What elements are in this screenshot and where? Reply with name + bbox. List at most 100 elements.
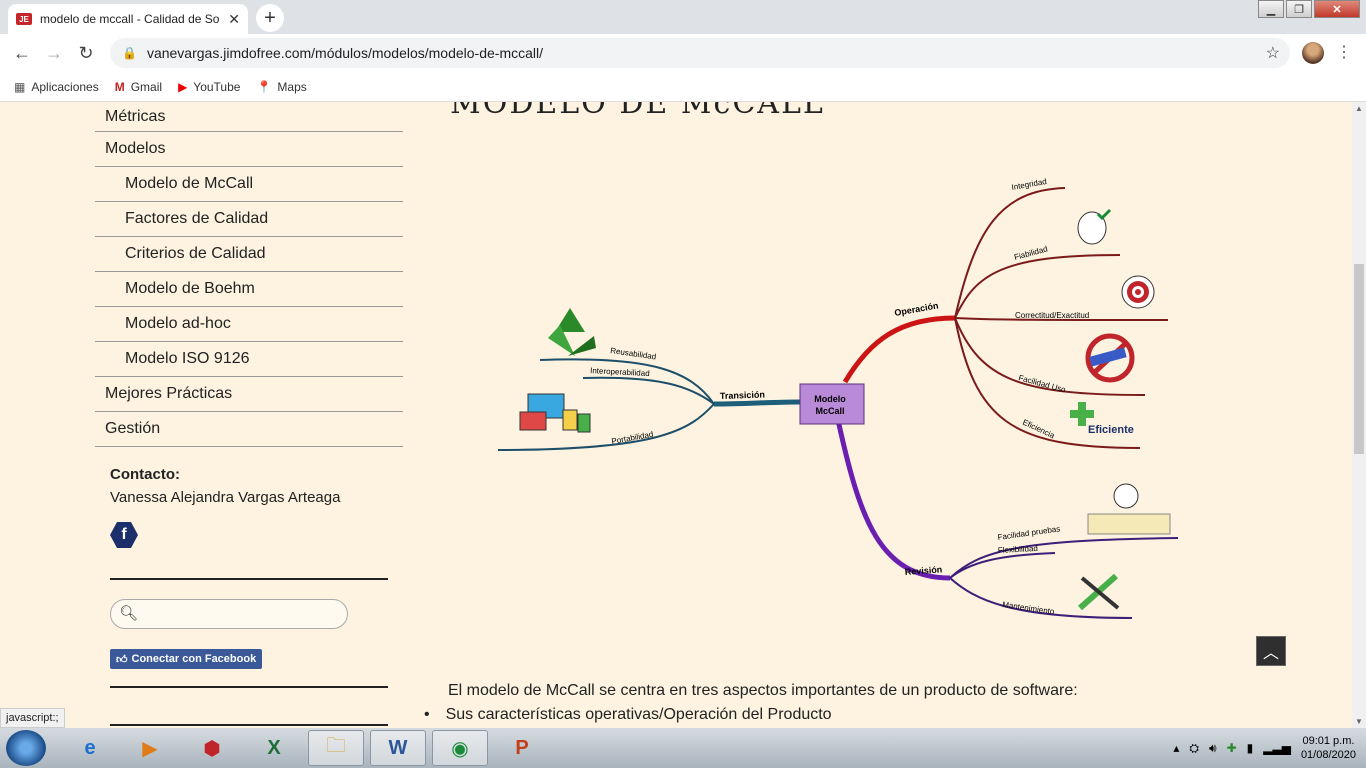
target-icon — [1121, 275, 1155, 309]
back-arrow-icon[interactable]: ← — [6, 43, 38, 64]
bookmark-label: Aplicaciones — [31, 79, 99, 94]
ie-icon[interactable]: e — [62, 730, 118, 766]
label-portabilidad: Portabilidad — [611, 430, 654, 446]
file-explorer-icon[interactable]: 🗀 — [308, 730, 364, 766]
forward-arrow-icon[interactable]: → — [38, 43, 70, 64]
label-transicion: Transición — [720, 389, 765, 401]
close-tab-icon[interactable]: ✕ — [228, 11, 240, 28]
youtube-icon: ▶ — [178, 79, 188, 94]
new-tab-button[interactable]: + — [256, 4, 284, 32]
scrollbar-thumb[interactable] — [1354, 264, 1364, 454]
battery-icon[interactable]: ▮ — [1247, 741, 1254, 755]
sidebar-item-criterios[interactable]: Criterios de Calidad — [95, 237, 403, 272]
sidebar-item-modelo-mccall[interactable]: Modelo de McCall — [95, 167, 403, 202]
lock-icon[interactable]: 🔒 — [122, 46, 137, 60]
clock[interactable]: 09:01 p.m. 01/08/2020 — [1301, 734, 1356, 762]
label-mantenimiento: Mantenimiento — [1002, 600, 1056, 616]
sidebar-item-mejores-practicas[interactable]: Mejores Prácticas — [95, 377, 403, 412]
signal-icon[interactable]: ▂▃▅ — [1263, 741, 1291, 755]
sidebar-item-factores[interactable]: Factores de Calidad — [95, 202, 403, 237]
sidebar-item-adhoc[interactable]: Modelo ad-hoc — [95, 307, 403, 342]
app-red-icon[interactable]: ⬢ — [184, 730, 240, 766]
leaf-interoperabilidad-line — [582, 376, 715, 405]
status-bubble: javascript:; — [0, 708, 65, 728]
kebab-menu-icon[interactable]: ⋮ — [1336, 42, 1352, 62]
page-title: MODELO DE McCALL — [450, 102, 825, 121]
address-bar[interactable]: 🔒 vanevargas.jimdofree.com/módulos/model… — [110, 38, 1290, 68]
maximize-button[interactable]: ❐ — [1286, 0, 1312, 18]
scroll-down-arrow-icon[interactable]: ▼ — [1355, 717, 1363, 726]
sidebar-item-gestion[interactable]: Gestión — [95, 412, 403, 447]
powerpoint-icon[interactable]: P — [494, 730, 550, 766]
bookmark-label: YouTube — [193, 79, 241, 94]
bookmark-apps[interactable]: ▦ Aplicaciones — [14, 80, 99, 94]
bookmarks-bar: ▦ Aplicaciones M Gmail ▶ YouTube 📍 Maps — [0, 72, 1366, 102]
divider — [110, 578, 388, 580]
media-player-icon[interactable]: ▶ — [122, 730, 178, 766]
thumbs-up-check-icon — [1077, 208, 1112, 245]
clock-date: 01/08/2020 — [1300, 749, 1356, 761]
profile-avatar[interactable] — [1302, 42, 1324, 64]
wrench-screwdriver-icon — [1078, 573, 1120, 611]
browser-tab[interactable]: JE modelo de mccall - Calidad de So ✕ — [8, 4, 248, 34]
devices-icon — [519, 393, 591, 433]
system-tray: ▴ ⛭ 🔊︎ ✚ ▮ ▂▃▅ 09:01 p.m. 01/08/2020 — [1173, 734, 1356, 762]
label-eficiente: Eficiente — [1088, 424, 1134, 436]
bookmark-youtube[interactable]: ▶ YouTube — [178, 80, 240, 94]
intro-paragraph: El modelo de McCall se centra en tres as… — [448, 682, 1078, 699]
label-correctitud: Correctitud/Exactitud — [1015, 311, 1089, 320]
sidebar-item-metricas[interactable]: Métricas — [95, 102, 403, 132]
center-line-2: McCall — [815, 406, 844, 416]
bullet-item: • Sus características operativas/Operació… — [424, 706, 832, 724]
divider — [110, 686, 388, 688]
windows-taskbar: e ▶ ⬢ X 🗀 W ◉ P ▴ ⛭ 🔊︎ ✚ ▮ ▂▃▅ 09:01 p.m… — [0, 728, 1366, 768]
sidebar-item-boehm[interactable]: Modelo de Boehm — [95, 272, 403, 307]
label-interoperabilidad: Interoperabilidad — [590, 366, 650, 378]
tab-title: modelo de mccall - Calidad de So — [40, 12, 220, 26]
contact-title: Contacto: — [110, 466, 180, 483]
bookmark-star-icon[interactable]: ☆ — [1266, 43, 1280, 63]
word-icon[interactable]: W — [370, 730, 426, 766]
page-scrollbar[interactable]: ▲ ▼ — [1352, 102, 1366, 728]
label-integridad: Integridad — [1011, 177, 1048, 192]
facebook-icon[interactable]: f — [110, 522, 138, 548]
maps-pin-icon: 📍 — [256, 79, 272, 94]
bookmark-gmail[interactable]: M Gmail — [115, 80, 162, 94]
contact-name: Vanessa Alejandra Vargas Arteaga — [110, 489, 341, 506]
center-line-1: Modelo — [814, 394, 846, 404]
leaf-facilidad-pruebas-line — [949, 537, 1179, 579]
network-app-icon[interactable]: ⛭ — [1189, 741, 1199, 756]
sidebar-item-iso9126[interactable]: Modelo ISO 9126 — [95, 342, 403, 377]
plus-app-icon[interactable]: ✚ — [1227, 741, 1237, 755]
leaf-fiabilidad-line — [954, 254, 1121, 319]
branch-transicion-line — [713, 399, 801, 407]
mccall-mindmap: Modelo McCall Transición Operación Revis… — [497, 177, 1179, 619]
chrome-icon[interactable]: ◉ — [432, 730, 488, 766]
scroll-to-top-button[interactable]: ︿ — [1256, 636, 1286, 666]
fb-connect-label: Conectar con Facebook — [131, 653, 257, 665]
site-favicon-icon: JE — [16, 13, 32, 25]
recycle-icon — [548, 308, 596, 356]
excel-icon[interactable]: X — [246, 730, 302, 766]
label-reusabilidad: Reusabilidad — [610, 346, 657, 361]
no-sign-icon — [1085, 333, 1135, 383]
clock-time: 09:01 p.m. — [1302, 735, 1355, 747]
contact-block: Contacto: Vanessa Alejandra Vargas Artea… — [110, 466, 340, 506]
label-facilidad-uso: Facilidad Uso — [1017, 373, 1067, 394]
search-input[interactable]: 🔍︎ — [110, 599, 348, 629]
bullet-dot: • — [424, 706, 430, 723]
start-button[interactable] — [6, 730, 46, 766]
sidebar-nav: Métricas Modelos Modelo de McCall Factor… — [95, 102, 403, 447]
volume-icon[interactable]: 🔊︎ — [1209, 741, 1217, 756]
thumbs-up-icon: 👍︎ — [116, 653, 128, 666]
minimize-button[interactable]: ▁ — [1258, 0, 1284, 18]
facebook-connect-button[interactable]: 👍︎ Conectar con Facebook — [110, 649, 262, 669]
sidebar-item-modelos[interactable]: Modelos — [95, 132, 403, 167]
close-window-button[interactable]: ✕ — [1314, 0, 1360, 18]
branch-operacion-line — [842, 315, 956, 384]
scroll-up-arrow-icon[interactable]: ▲ — [1355, 104, 1363, 113]
tray-expand-icon[interactable]: ▴ — [1173, 741, 1179, 755]
reload-icon[interactable]: ↻ — [70, 43, 102, 64]
bookmark-label: Maps — [277, 79, 307, 94]
bookmark-maps[interactable]: 📍 Maps — [256, 80, 306, 94]
